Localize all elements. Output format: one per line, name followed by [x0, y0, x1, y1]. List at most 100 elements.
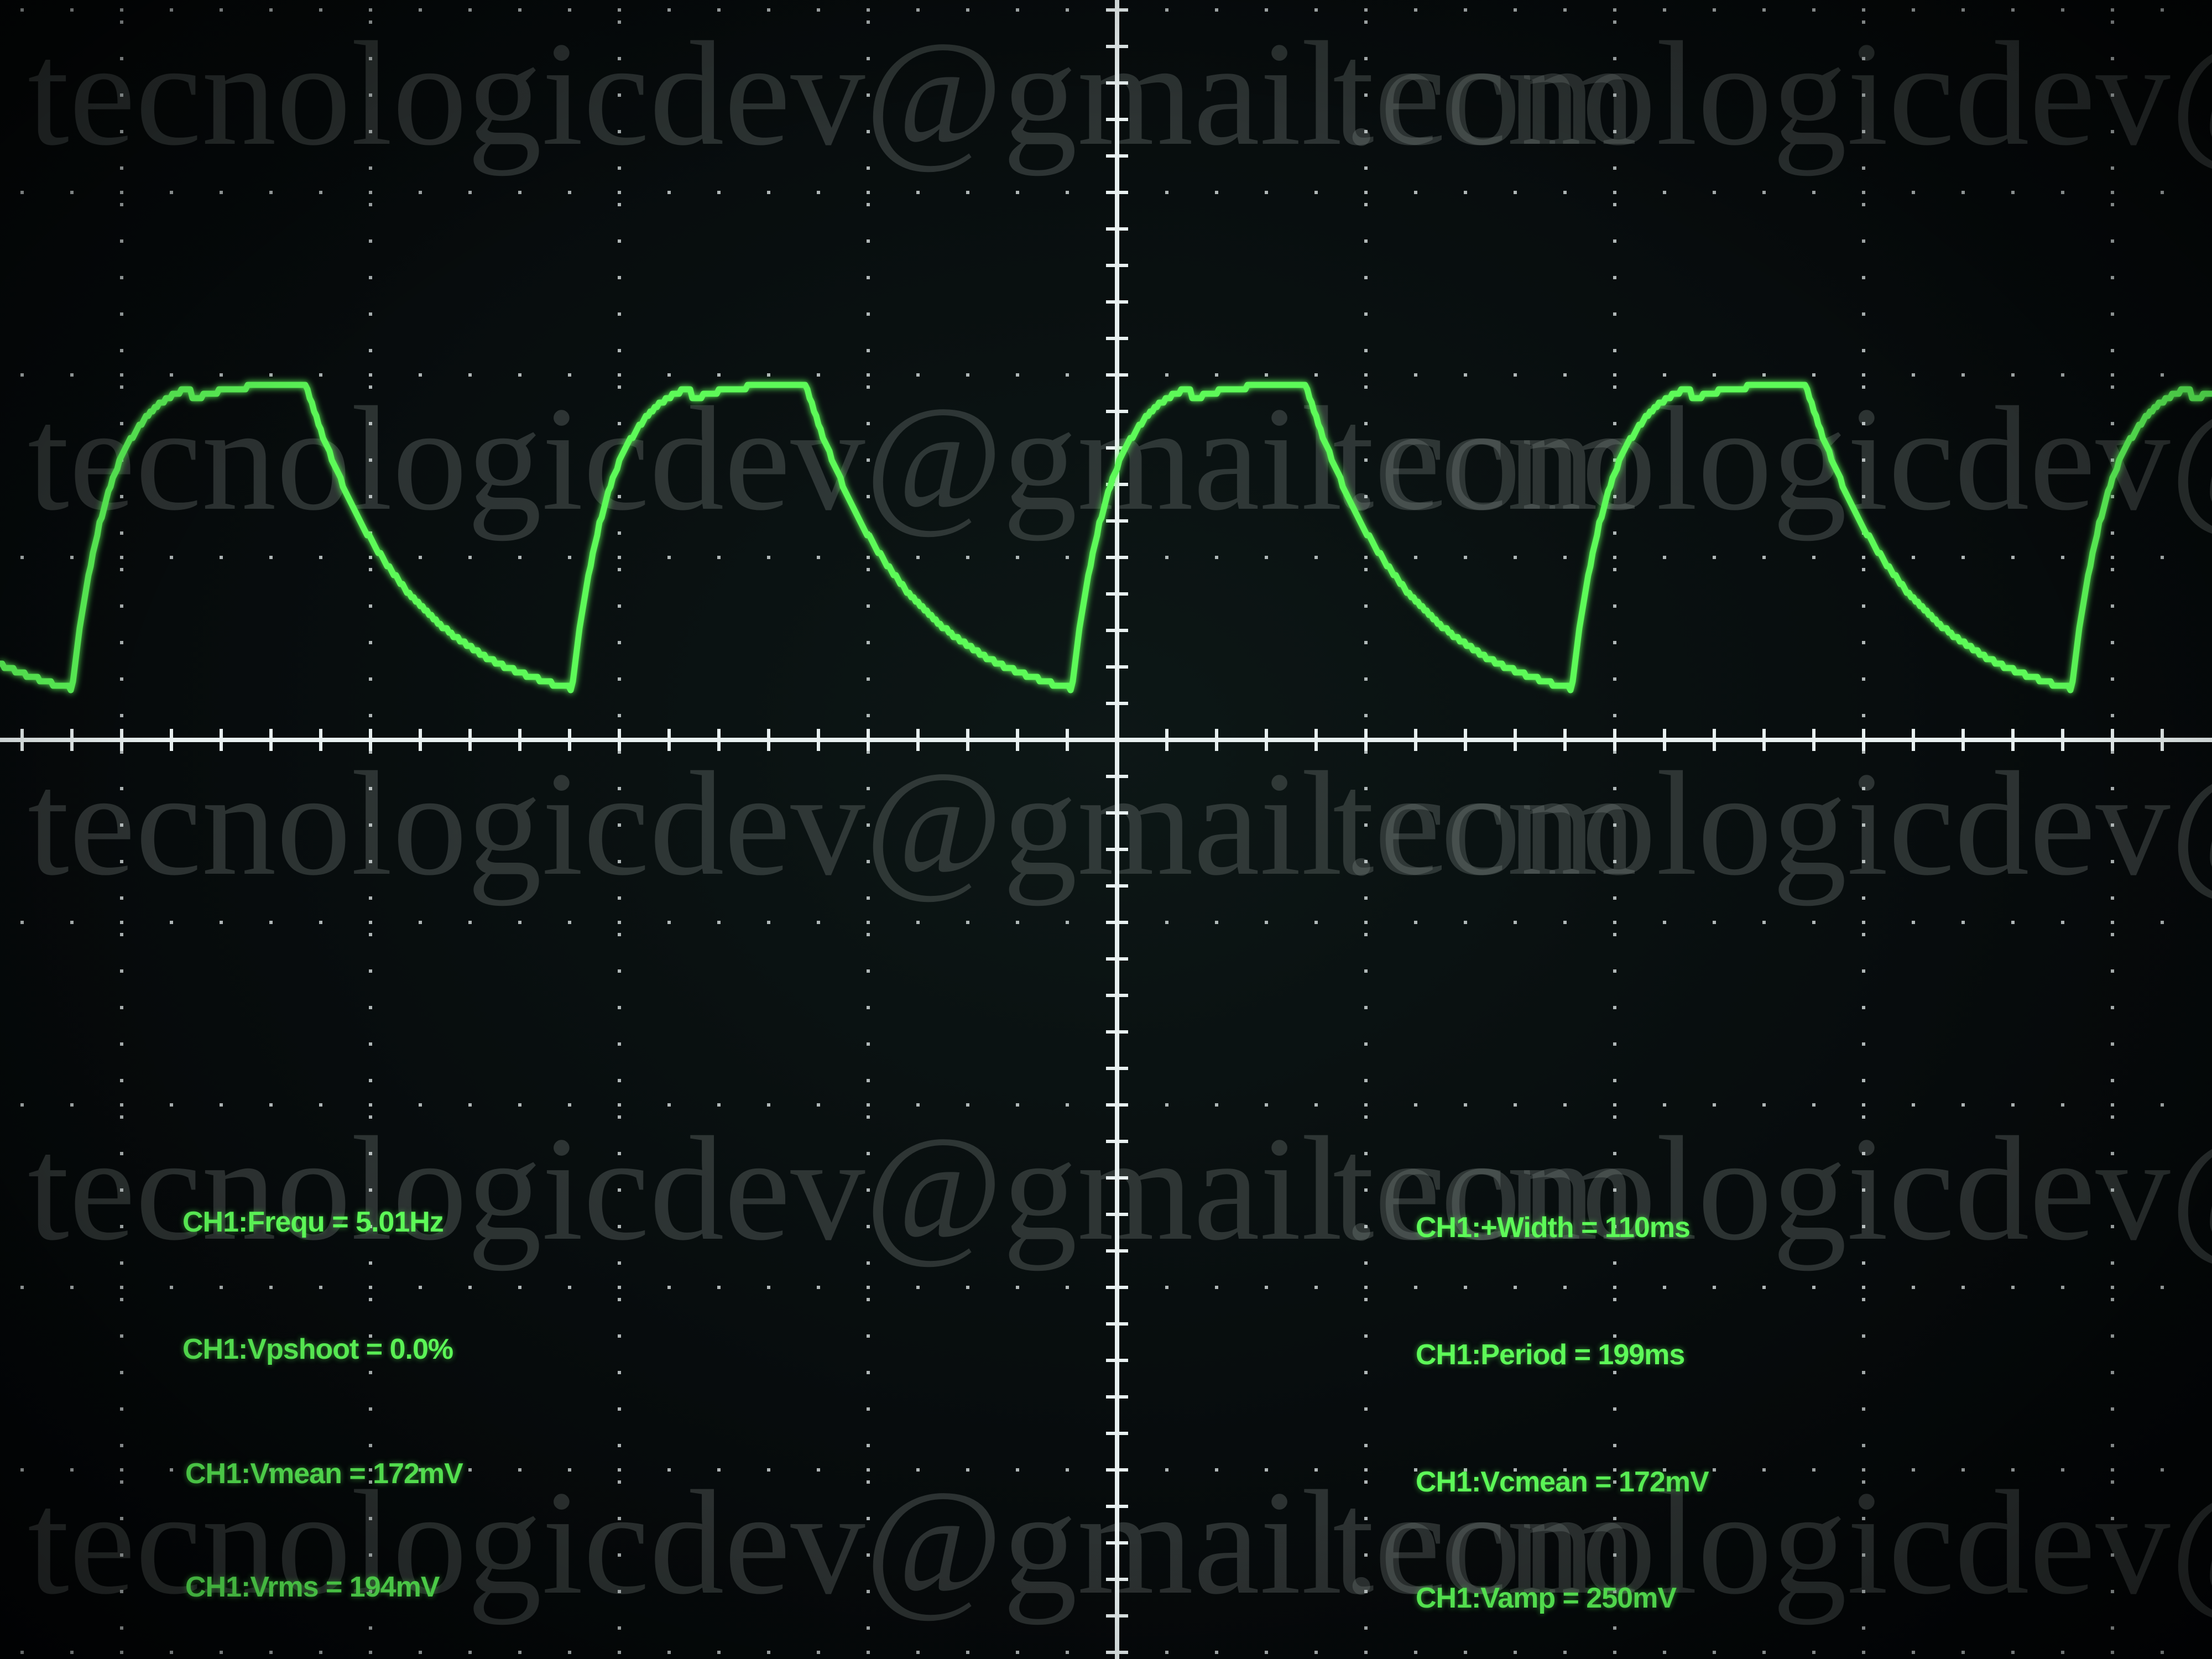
graticule-dot: [1215, 1286, 1218, 1289]
graticule-dot: [1961, 373, 1965, 377]
graticule-dot: [1314, 1651, 1318, 1654]
graticule-dot: [2111, 312, 2114, 316]
graticule-dot: [1862, 1334, 1865, 1338]
graticule-dot: [618, 1517, 621, 1520]
graticule-dot: [618, 1553, 621, 1557]
graticule-dot: [1961, 1651, 1965, 1654]
graticule-dot: [1862, 130, 1865, 133]
graticule-dot: [120, 604, 123, 608]
graticule-dot: [1613, 1188, 1616, 1192]
graticule-dot: [269, 8, 273, 12]
graticule-dot: [1613, 276, 1616, 279]
graticule-dot: [618, 568, 621, 571]
graticule-dot: [1514, 556, 1517, 559]
graticule-dot: [2061, 921, 2064, 924]
graticule-dot: [170, 921, 173, 924]
graticule-dot: [1663, 1103, 1666, 1107]
graticule-dot: [1364, 969, 1368, 973]
graticule-dot: [2111, 166, 2114, 170]
graticule-dot: [1762, 556, 1766, 559]
graticule-dot: [120, 1006, 123, 1009]
graticule-dot: [717, 1286, 721, 1289]
graticule-dot: [369, 458, 372, 462]
graticule-dot: [220, 1103, 223, 1107]
graticule-dot: [2111, 568, 2114, 571]
graticule-dot: [1862, 1152, 1865, 1155]
graticule-dot: [618, 1261, 621, 1265]
graticule-dot: [1862, 458, 1865, 462]
graticule-dot: [369, 714, 372, 717]
graticule-dot: [1364, 921, 1368, 924]
graticule-dot: [867, 422, 870, 425]
graticule-dot: [1862, 1225, 1865, 1228]
graticule-dot: [468, 1651, 472, 1654]
graticule-dot: [667, 556, 671, 559]
graticule-dot: [518, 1651, 521, 1654]
graticule-dot: [1961, 1468, 1965, 1472]
graticule-dot: [2111, 1651, 2114, 1654]
graticule-dot: [120, 1261, 123, 1265]
graticule-dot: [369, 93, 372, 97]
graticule-dot: [120, 1371, 123, 1374]
graticule-dot: [1265, 1651, 1268, 1654]
graticule-dot: [319, 556, 322, 559]
graticule-dot: [120, 495, 123, 498]
graticule-dot: [468, 373, 472, 377]
graticule-dot: [1215, 1103, 1218, 1107]
graticule-dot: [767, 556, 770, 559]
graticule-dot: [2111, 714, 2114, 717]
graticule-dot: [618, 860, 621, 863]
graticule-dot: [468, 1468, 472, 1472]
graticule-dot: [1364, 1042, 1368, 1046]
graticule-dot: [867, 1334, 870, 1338]
graticule-dot: [1862, 714, 1865, 717]
graticule-dot: [120, 191, 123, 194]
graticule-dot: [966, 1468, 969, 1472]
graticule-dot: [1414, 1651, 1417, 1654]
graticule-dot: [1862, 1371, 1865, 1374]
graticule-dot: [1016, 921, 1019, 924]
graticule-dot: [369, 373, 372, 377]
graticule-dot: [867, 933, 870, 936]
graticule-dot: [120, 1079, 123, 1082]
graticule-dot: [1314, 1286, 1318, 1289]
graticule-dot: [120, 677, 123, 681]
graticule-dot: [867, 969, 870, 973]
graticule-dot: [2111, 921, 2114, 924]
graticule-dot: [269, 921, 273, 924]
graticule-dot: [369, 385, 372, 389]
graticule-dot: [1364, 166, 1368, 170]
graticule-dot: [120, 969, 123, 973]
graticule-dot: [1862, 495, 1865, 498]
graticule-dot: [568, 373, 571, 377]
graticule-dot: [2161, 1103, 2164, 1107]
graticule-dot: [916, 1468, 920, 1472]
graticule-dot: [867, 20, 870, 24]
graticule-dot: [1464, 556, 1467, 559]
graticule-dot: [269, 1286, 273, 1289]
graticule-dot: [2061, 1103, 2064, 1107]
graticule-dot: [2061, 1651, 2064, 1654]
graticule-dot: [618, 239, 621, 243]
graticule-dot: [120, 349, 123, 352]
graticule-dot: [1016, 556, 1019, 559]
graticule-dot: [518, 191, 521, 194]
graticule-dot: [269, 1103, 273, 1107]
graticule-dot: [220, 1286, 223, 1289]
graticule-dot: [1961, 1103, 1965, 1107]
graticule-dot: [618, 1590, 621, 1593]
oscilloscope-screen: tecnologicdev@gmail.com tecnologicdev@gm…: [0, 0, 2212, 1659]
graticule-dot: [867, 239, 870, 243]
graticule-dot: [120, 1298, 123, 1301]
graticule-dot: [2111, 422, 2114, 425]
graticule-dot: [1165, 556, 1168, 559]
graticule-dot: [2111, 1468, 2114, 1472]
graticule-dot: [1912, 1286, 1915, 1289]
measurement-frequency: CH1:Frequ = 5.01Hz: [182, 1206, 444, 1238]
graticule-dot: [667, 1286, 671, 1289]
graticule-dot: [120, 1444, 123, 1447]
graticule-dot: [369, 166, 372, 170]
graticule-dot: [220, 556, 223, 559]
graticule-dot: [1613, 191, 1616, 194]
graticule-dot: [1563, 1286, 1567, 1289]
